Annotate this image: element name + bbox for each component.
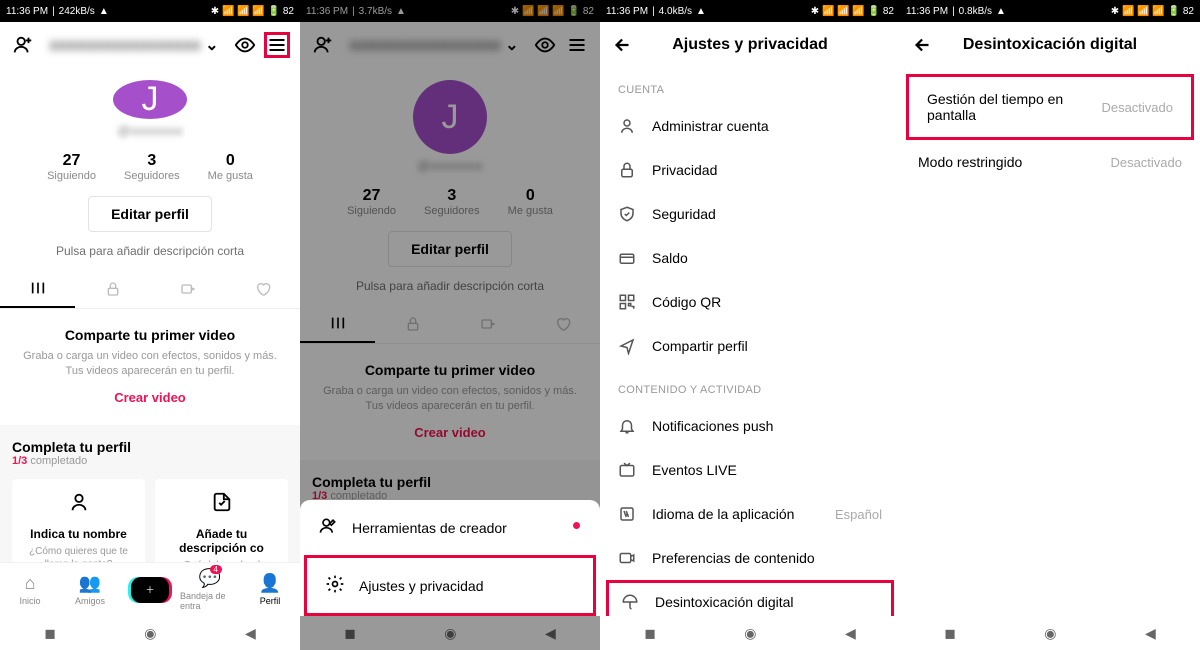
panel-digital-wellbeing: 11:36 PM | 0.8kB/s ▲ ✱ 📶 📶 📶 🔋 82 Desint… xyxy=(900,0,1200,650)
nav-create[interactable]: ＋ xyxy=(120,563,180,616)
status-bar: 11:36 PM | 242kB/s ▲ ✱ 📶 📶 📶 🔋 82 xyxy=(0,0,300,22)
row-content-prefs[interactable]: Preferencias de contenido xyxy=(600,536,900,580)
row-screen-time[interactable]: Gestión del tiempo en pantalla Desactiva… xyxy=(906,74,1194,140)
bottom-nav: ⌂Inicio 👥Amigos ＋ 💬4Bandeja de entra 👤Pe… xyxy=(0,562,300,616)
person-icon xyxy=(618,117,636,135)
row-digital-wellbeing[interactable]: Desintoxicación digital xyxy=(606,580,894,616)
tab-liked[interactable] xyxy=(225,270,300,308)
bell-icon xyxy=(618,417,636,435)
android-nav: ◼◉◀ xyxy=(600,616,900,650)
status-value: Desactivado xyxy=(1110,155,1182,170)
add-friend-icon[interactable] xyxy=(10,32,36,58)
card-name: Indica tu nombre ¿Cómo quieres que te ll… xyxy=(12,479,145,562)
status-bar: 11:36 PM | 0.8kB/s ▲ ✱ 📶 📶 📶 🔋 82 xyxy=(900,0,1200,22)
back-icon[interactable] xyxy=(610,32,636,58)
sys-back-icon[interactable]: ◀ xyxy=(245,625,256,642)
bottom-sheet: Herramientas de creador Ajustes y privac… xyxy=(300,500,600,616)
card-bio: Añade tu descripción co ¿Qué debe saber … xyxy=(155,479,288,562)
video-icon xyxy=(618,549,636,567)
row-balance[interactable]: Saldo xyxy=(600,236,900,280)
row-manage-account[interactable]: Administrar cuenta xyxy=(600,104,900,148)
settings-header: Ajustes y privacidad xyxy=(600,22,900,68)
panel-profile: 11:36 PM | 242kB/s ▲ ✱ 📶 📶 📶 🔋 82 xxxxxx… xyxy=(0,0,300,650)
share-icon xyxy=(618,337,636,355)
note-icon xyxy=(165,491,278,519)
complete-title: Completa tu perfil xyxy=(12,439,288,455)
language-icon xyxy=(618,505,636,523)
content-tabs xyxy=(0,270,300,309)
nav-friends[interactable]: 👥Amigos xyxy=(60,563,120,616)
home-icon: ⌂ xyxy=(25,573,36,594)
tab-reposts[interactable] xyxy=(150,270,225,308)
creator-icon xyxy=(318,516,338,539)
stat-followers[interactable]: 3Seguidores xyxy=(124,152,180,182)
nav-inbox[interactable]: 💬4Bandeja de entra xyxy=(180,563,240,616)
live-icon xyxy=(618,461,636,479)
wallet-icon xyxy=(618,249,636,267)
username-blur[interactable]: xxxxxxxxxxxxxxxxx xyxy=(49,37,200,54)
empty-title: Comparte tu primer video xyxy=(14,327,286,343)
row-share-profile[interactable]: Compartir perfil xyxy=(600,324,900,368)
umbrella-icon xyxy=(621,593,639,611)
handle[interactable]: @xxxxxxxx xyxy=(0,123,300,138)
profile-header: xxxxxxxxxxxxxxxxx ⌄ xyxy=(0,22,300,68)
back-icon[interactable] xyxy=(910,32,936,58)
row-push[interactable]: Notificaciones push xyxy=(600,404,900,448)
page-title: Desintoxicación digital xyxy=(936,36,1164,54)
row-qr[interactable]: Código QR xyxy=(600,280,900,324)
empty-subtitle: Graba o carga un video con efectos, soni… xyxy=(14,349,286,380)
complete-profile-section: Completa tu perfil 1/3 completado Indica… xyxy=(0,425,300,562)
lock-icon xyxy=(618,161,636,179)
panel-settings: 11:36 PM | 4.0kB/s ▲ ✱ 📶 📶 📶 🔋 82 Ajuste… xyxy=(600,0,900,650)
friends-icon: 👥 xyxy=(79,573,101,594)
nav-home[interactable]: ⌂Inicio xyxy=(0,563,60,616)
row-language[interactable]: Idioma de la aplicaciónEspañol xyxy=(600,492,900,536)
plus-icon: ＋ xyxy=(131,577,169,603)
detox-header: Desintoxicación digital xyxy=(900,22,1200,68)
row-live[interactable]: Eventos LIVE xyxy=(600,448,900,492)
sys-home-icon[interactable]: ◉ xyxy=(144,625,156,642)
sheet-creator-tools[interactable]: Herramientas de creador xyxy=(300,500,600,555)
status-value: Desactivado xyxy=(1101,100,1173,115)
status-bar: 11:36 PM | 4.0kB/s ▲ ✱ 📶 📶 📶 🔋 82 xyxy=(600,0,900,22)
nav-profile[interactable]: 👤Perfil xyxy=(240,563,300,616)
edit-profile-button[interactable]: Editar perfil xyxy=(88,196,212,232)
hamburger-menu-icon[interactable] xyxy=(264,32,290,58)
page-title: Ajustes y privacidad xyxy=(636,36,864,54)
inbox-badge: 4 xyxy=(210,565,222,574)
eye-icon[interactable] xyxy=(232,32,258,58)
row-restricted-mode[interactable]: Modo restringido Desactivado xyxy=(900,140,1200,184)
qr-icon xyxy=(618,293,636,311)
stat-likes[interactable]: 0Me gusta xyxy=(208,152,253,182)
stats-row: 27Siguiendo 3Seguidores 0Me gusta xyxy=(0,152,300,182)
row-privacy[interactable]: Privacidad xyxy=(600,148,900,192)
notification-dot xyxy=(573,522,580,529)
android-nav: ◼ ◉ ◀ xyxy=(0,616,300,650)
tab-grid[interactable] xyxy=(0,270,75,308)
gear-icon xyxy=(325,574,345,597)
sheet-settings-privacy[interactable]: Ajustes y privacidad xyxy=(304,555,596,616)
avatar[interactable]: J xyxy=(113,80,187,119)
android-nav: ◼◉◀ xyxy=(900,616,1200,650)
row-security[interactable]: Seguridad xyxy=(600,192,900,236)
add-bio[interactable]: Pulsa para añadir descripción corta xyxy=(0,244,300,258)
empty-state: Comparte tu primer video Graba o carga u… xyxy=(0,309,300,425)
sys-recent-icon[interactable]: ◼ xyxy=(44,625,56,642)
tab-private[interactable] xyxy=(75,270,150,308)
section-account: CUENTA xyxy=(600,68,900,104)
stat-following[interactable]: 27Siguiendo xyxy=(47,152,96,182)
shield-icon xyxy=(618,205,636,223)
profile-icon: 👤 xyxy=(259,573,281,594)
section-content: CONTENIDO Y ACTIVIDAD xyxy=(600,368,900,404)
panel-profile-sheet: 11:36 PM | 3.7kB/s ▲ ✱ 📶 📶 📶 🔋 82 xxxxxx… xyxy=(300,0,600,650)
person-icon xyxy=(22,491,135,519)
create-video-link[interactable]: Crear video xyxy=(114,390,186,405)
